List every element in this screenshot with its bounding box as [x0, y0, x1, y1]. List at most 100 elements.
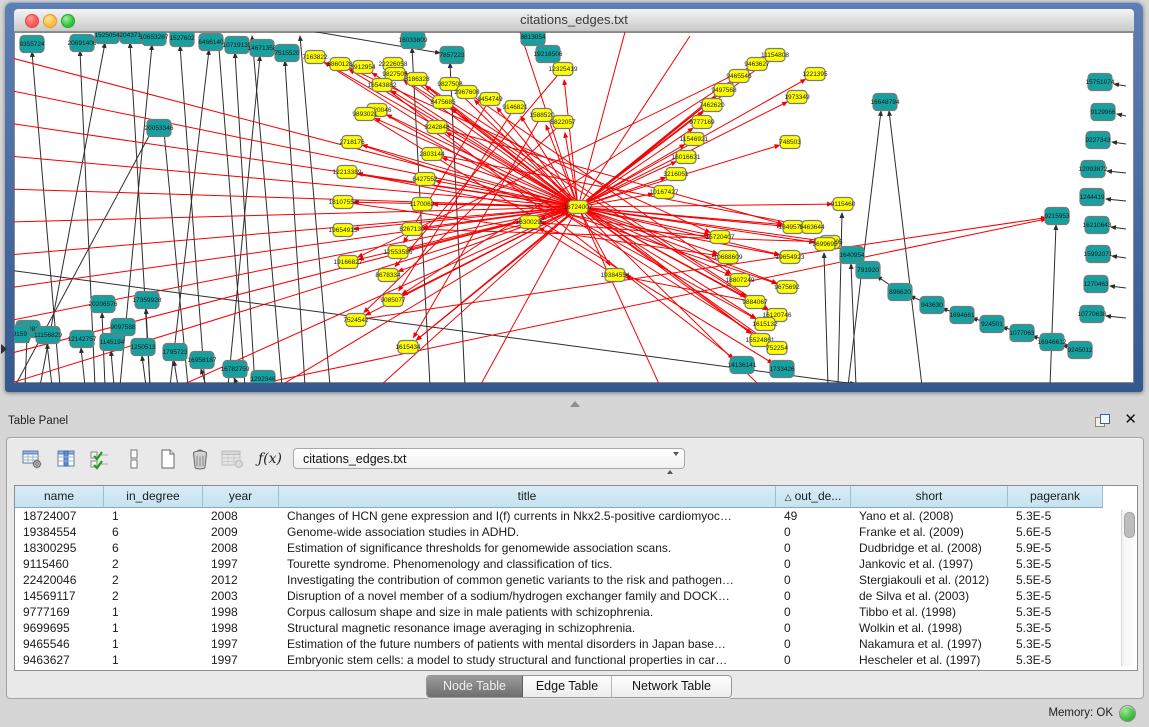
- graph-node[interactable]: 18107554: [329, 196, 358, 209]
- graph-node[interactable]: 16210643: [1083, 217, 1112, 234]
- network-window-titlebar[interactable]: citations_edges.txt: [14, 9, 1134, 32]
- graph-node[interactable]: 9227343: [1085, 132, 1111, 149]
- graph-node[interactable]: 2718176: [339, 136, 365, 149]
- graph-node[interactable]: 1615434: [395, 341, 421, 354]
- graph-edge[interactable]: [81, 348, 85, 383]
- table-row[interactable]: 977716911998Corpus callosum shape and si…: [15, 604, 1103, 620]
- graph-edge[interactable]: [1106, 199, 1126, 201]
- table-row[interactable]: 946554611997Estimation of the future num…: [15, 636, 1103, 652]
- graph-node[interactable]: 9699695: [812, 238, 838, 251]
- vertical-scrollbar[interactable]: [1121, 510, 1135, 666]
- graph-node[interactable]: 39159: [14, 326, 30, 343]
- graph-edge[interactable]: [252, 36, 282, 383]
- graph-node[interactable]: 1795723: [162, 344, 188, 361]
- graph-node[interactable]: 7515520: [274, 45, 300, 62]
- close-panel-icon[interactable]: ✕: [1124, 411, 1137, 429]
- graph-node[interactable]: 16016631: [672, 151, 701, 164]
- table-row[interactable]: 946362711997Embryonic stem cells: a mode…: [15, 652, 1103, 668]
- graph-node[interactable]: 1270463: [1083, 276, 1109, 293]
- graph-node[interactable]: 15720407: [706, 231, 735, 244]
- graph-node[interactable]: 15751074: [1086, 74, 1115, 91]
- graph-node[interactable]: 10653267: [140, 32, 169, 46]
- table-row[interactable]: 1872400712008Changes of HCN gene express…: [15, 508, 1103, 524]
- graph-node[interactable]: 8427552: [412, 173, 438, 186]
- graph-node[interactable]: 748503: [779, 136, 801, 149]
- graph-node[interactable]: 9115460: [831, 198, 856, 211]
- graph-node[interactable]: 752254: [766, 342, 788, 355]
- graph-edge[interactable]: [1112, 256, 1126, 258]
- new-table-button[interactable]: [155, 446, 181, 472]
- import-table-button[interactable]: [219, 446, 245, 472]
- graph-edge[interactable]: [228, 56, 260, 383]
- graph-node[interactable]: 7163822: [302, 51, 328, 64]
- graph-node[interactable]: 9777169: [689, 116, 715, 129]
- table-selector-dropdown[interactable]: citations_edges.txt: [293, 448, 685, 469]
- scrollbar-thumb[interactable]: [1124, 512, 1135, 538]
- graph-node[interactable]: 20206576: [89, 296, 118, 313]
- graph-node[interactable]: 8813054: [520, 32, 546, 46]
- graph-node[interactable]: 19654923: [776, 251, 805, 264]
- graph-node[interactable]: 8860128: [327, 58, 353, 71]
- graph-node[interactable]: 8475685: [430, 96, 456, 109]
- graph-node[interactable]: 1733426: [769, 361, 795, 378]
- graph-node[interactable]: 9129966: [1090, 104, 1116, 121]
- graph-edge[interactable]: [300, 36, 330, 383]
- memory-ok-indicator[interactable]: [1119, 705, 1136, 722]
- graph-node[interactable]: 1973349: [784, 91, 810, 104]
- graph-node[interactable]: 1244419: [1079, 189, 1105, 206]
- graph-node[interactable]: 9097588: [110, 319, 136, 336]
- graph-node[interactable]: 1694661: [949, 307, 975, 324]
- graph-edge[interactable]: [218, 36, 245, 383]
- graph-edge[interactable]: [1114, 84, 1126, 86]
- graph-node[interactable]: 15992071: [1084, 246, 1113, 263]
- graph-node[interactable]: 16648794: [871, 94, 900, 111]
- graph-node[interactable]: 1221395: [802, 68, 828, 81]
- graph-node[interactable]: 9146821: [502, 101, 528, 114]
- graph-node[interactable]: 1170062: [410, 198, 435, 211]
- graph-node[interactable]: 16033809: [399, 32, 428, 49]
- graph-edge[interactable]: [47, 344, 52, 383]
- graph-node[interactable]: 16958187: [188, 352, 217, 369]
- graph-edge[interactable]: [403, 207, 578, 295]
- graph-edge[interactable]: [142, 356, 146, 383]
- graph-node[interactable]: 9085077: [380, 294, 406, 307]
- graph-edge[interactable]: [1050, 225, 1056, 383]
- column-header-in-degree[interactable]: in_degree: [104, 486, 203, 508]
- graph-node[interactable]: 1250513: [130, 339, 156, 356]
- float-panel-icon[interactable]: [1095, 414, 1109, 428]
- graph-edge[interactable]: [1112, 142, 1126, 144]
- graph-node[interactable]: 791920: [856, 262, 880, 279]
- graph-node[interactable]: 12093872: [1079, 161, 1108, 178]
- graph-edge[interactable]: [235, 53, 255, 383]
- column-header-out-de-[interactable]: △out_de...: [776, 486, 851, 508]
- tab-edge-table[interactable]: Edge Table: [523, 676, 612, 697]
- table-row[interactable]: 1456911722003Disruption of a novel membe…: [15, 588, 1103, 604]
- graph-node[interactable]: 11154808: [761, 49, 789, 62]
- graph-edge[interactable]: [889, 111, 922, 383]
- graph-node[interactable]: 9242848: [424, 121, 450, 134]
- graph-edge[interactable]: [234, 378, 238, 383]
- column-header-title[interactable]: title: [279, 486, 776, 508]
- graph-node[interactable]: 16782759: [221, 361, 250, 378]
- graph-node[interactable]: 6822057: [550, 116, 576, 129]
- graph-node[interactable]: 896620: [888, 284, 912, 301]
- column-header-name[interactable]: name: [15, 486, 104, 508]
- graph-edge[interactable]: [1111, 227, 1126, 229]
- graph-node[interactable]: 2803144: [419, 148, 445, 161]
- table-row[interactable]: 1830029562008Estimation of significance …: [15, 540, 1103, 556]
- graph-node[interactable]: 20053346: [145, 120, 174, 137]
- column-header-short[interactable]: short: [851, 486, 1008, 508]
- graph-edge[interactable]: [111, 351, 114, 383]
- graph-node[interactable]: 2967608: [454, 86, 480, 99]
- graph-node[interactable]: 8912954: [350, 61, 376, 74]
- graph-node[interactable]: 9675692: [774, 281, 800, 294]
- graph-edge[interactable]: [1107, 171, 1126, 173]
- graph-edge[interactable]: [824, 253, 828, 383]
- graph-edge[interactable]: [1117, 114, 1126, 116]
- graph-node[interactable]: 7462620: [699, 99, 725, 112]
- collapsed-panel-handle-icon[interactable]: [1, 344, 7, 354]
- graph-node[interactable]: 12213389: [333, 166, 362, 179]
- graph-node[interactable]: 18807249: [726, 274, 755, 287]
- show-column-button[interactable]: [53, 446, 79, 472]
- table-settings-button[interactable]: [19, 446, 45, 472]
